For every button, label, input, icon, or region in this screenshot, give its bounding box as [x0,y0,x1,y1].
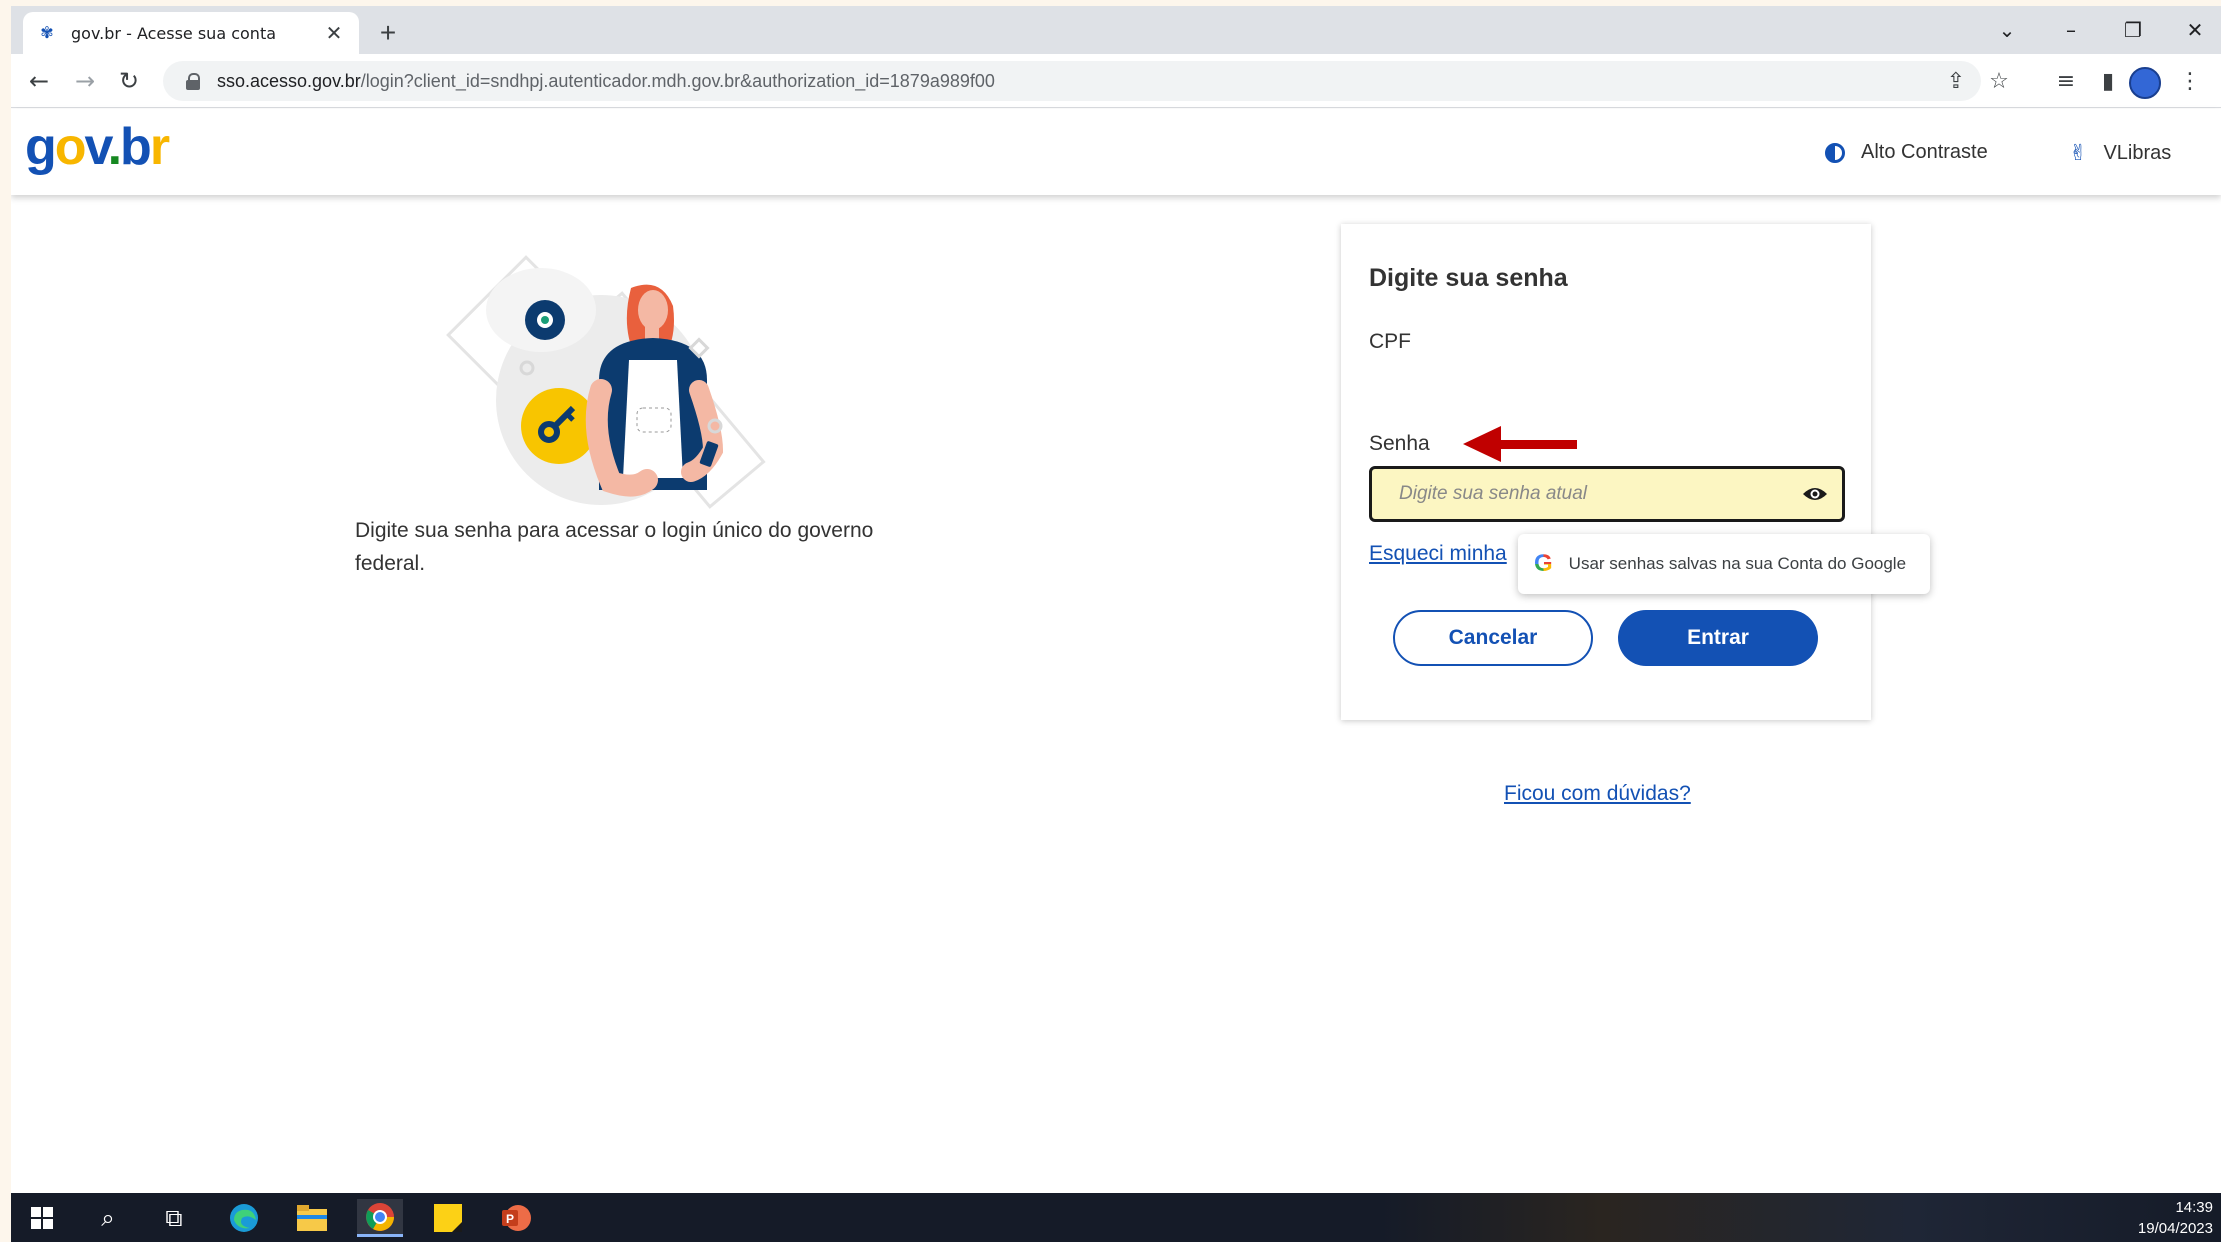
system-clock[interactable]: 14:39 19/04/2023 [2138,1197,2213,1239]
high-contrast-label: Alto Contraste [1861,141,1988,163]
url-text[interactable]: sso.acesso.gov.br/login?client_id=sndhpj… [217,71,995,92]
windows-start-icon[interactable] [19,1199,65,1237]
enter-button[interactable]: Entrar [1618,610,1818,666]
google-suggestion-text: Usar senhas salvas na sua Conta do Googl… [1568,554,1907,573]
chrome-icon[interactable] [357,1199,403,1237]
side-panel-icon[interactable]: ▮ [2093,66,2123,96]
govbr-header: gov.br Alto Contraste ✌ VLibras [11,109,2221,195]
lock-icon[interactable] [185,73,201,90]
govbr-logo[interactable]: gov.br [25,117,170,177]
google-password-suggestion[interactable]: G Usar senhas salvas na sua Conta do Goo… [1518,534,1930,594]
back-arrow-icon[interactable]: ← [21,63,57,99]
clock-time: 14:39 [2175,1199,2213,1216]
search-icon[interactable]: ⌕ [85,1199,131,1237]
tab-title: gov.br - Acesse sua conta [71,23,277,43]
restore-button[interactable]: ❐ [2107,12,2159,48]
forward-arrow-icon[interactable]: → [67,63,103,99]
eye-icon[interactable] [1802,486,1828,502]
svg-text:P: P [506,1212,514,1226]
tab-strip: ✾ gov.br - Acesse sua conta ✕ + ⌄ – ❐ ✕ [11,6,2221,54]
windows-taskbar: ⌕ ⧉ P 14:39 19/04/2023 [11,1193,2221,1242]
browser-window: ✾ gov.br - Acesse sua conta ✕ + ⌄ – ❐ ✕ … [11,6,2221,1242]
sticky-notes-icon[interactable] [425,1199,471,1237]
powerpoint-icon[interactable]: P [493,1199,539,1237]
edge-icon[interactable] [221,1199,267,1237]
intro-text: Digite sua senha para acessar o login ún… [355,519,874,575]
browser-menu-icon[interactable]: ⋮ [2175,66,2205,96]
password-label: Senha [1369,432,1430,455]
red-arrow-annotation [1463,426,1577,462]
high-contrast-toggle[interactable]: Alto Contraste [1825,141,1988,164]
clock-date: 19/04/2023 [2137,1220,2213,1237]
task-view-icon[interactable]: ⧉ [151,1199,197,1237]
contrast-icon [1825,142,1845,163]
cancel-button[interactable]: Cancelar [1393,610,1593,666]
login-card: Digite sua senha CPF Senha Esqueci minha… [1341,224,1871,720]
profile-avatar[interactable] [2129,67,2161,99]
bookmark-star-icon[interactable]: ☆ [1984,66,2014,96]
file-explorer-icon[interactable] [289,1199,335,1237]
tab-search-icon[interactable]: ⌄ [1981,12,2033,48]
password-field[interactable] [1369,466,1845,522]
reload-icon[interactable]: ↻ [111,63,147,99]
browser-tab[interactable]: ✾ gov.br - Acesse sua conta ✕ [23,12,359,54]
login-illustration [446,255,766,509]
media-control-icon[interactable]: ≡ [2051,66,2081,96]
vlibras-label: VLibras [2103,142,2172,164]
minimize-button[interactable]: – [2045,12,2097,48]
help-link[interactable]: Ficou com dúvidas? [1504,782,1691,806]
browser-toolbar: ← → ↻ sso.acesso.gov.br/login?client_id=… [11,54,2221,108]
password-input[interactable] [1399,483,1802,505]
google-icon: G [1534,550,1553,577]
govbr-favicon-icon: ✾ [40,25,54,42]
vlibras-hand-icon: ✌ [2069,141,2088,166]
share-icon[interactable]: ⇪ [1941,66,1971,96]
forgot-password-link[interactable]: Esqueci minha [1369,542,1507,566]
vlibras-toggle[interactable]: ✌ VLibras [2069,141,2171,166]
card-title: Digite sua senha [1369,264,1568,292]
close-window-button[interactable]: ✕ [2169,12,2221,48]
new-tab-button[interactable]: + [373,17,403,48]
address-bar[interactable]: sso.acesso.gov.br/login?client_id=sndhpj… [163,61,1981,101]
cpf-label: CPF [1369,330,1411,353]
close-tab-icon[interactable]: ✕ [323,22,345,45]
